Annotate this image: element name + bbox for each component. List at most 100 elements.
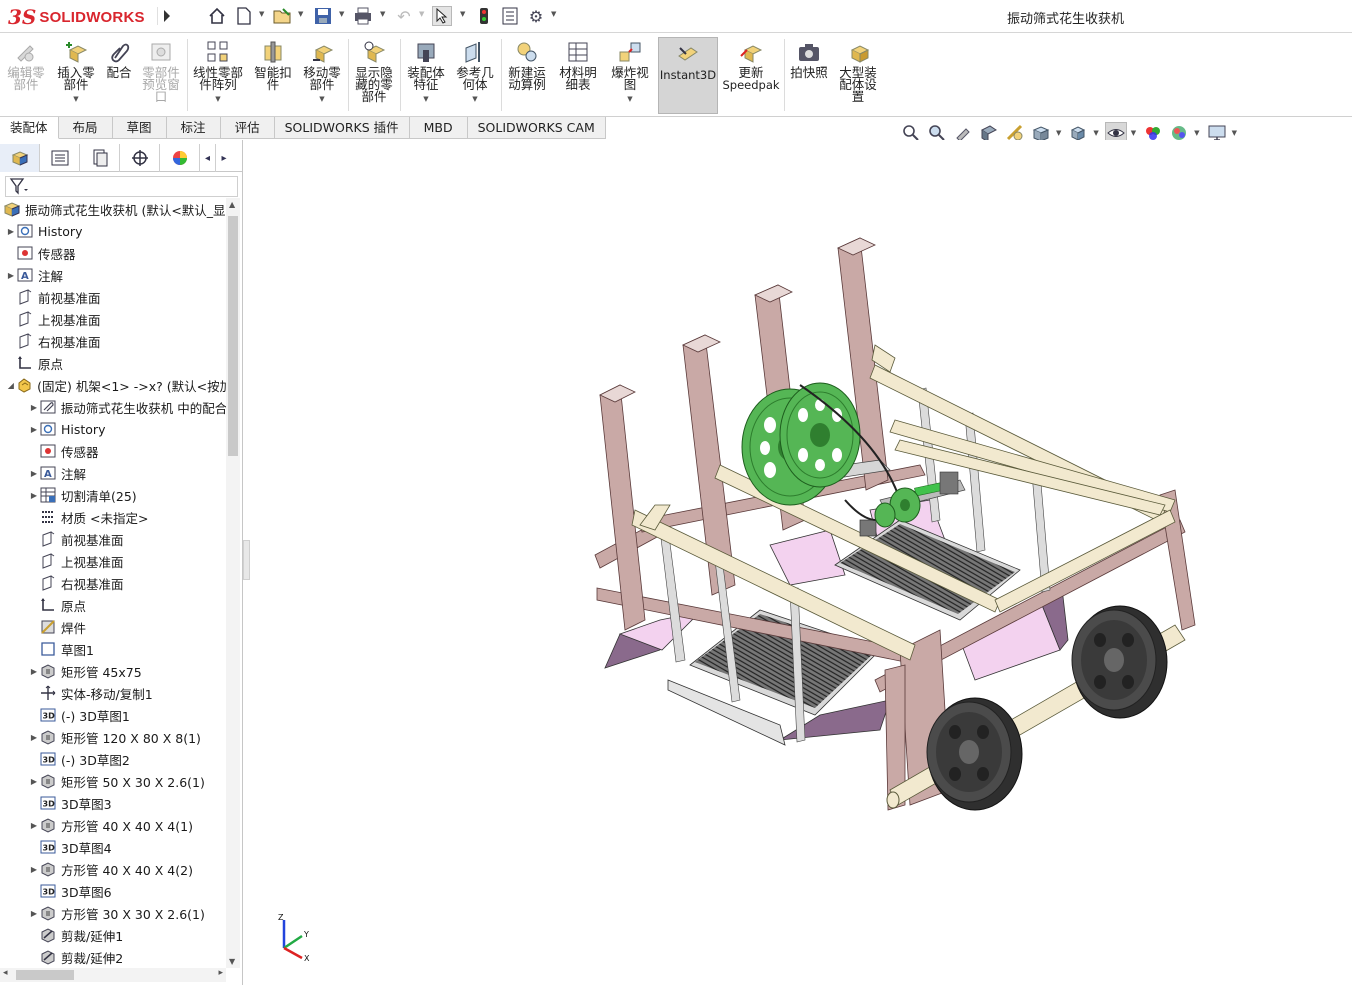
- view-settings-dropdown[interactable]: ▼: [1232, 129, 1237, 137]
- tree-item[interactable]: 右视基准面: [0, 330, 226, 352]
- expand-arrow-icon[interactable]: ▶: [29, 469, 39, 478]
- tree-item[interactable]: ▶ 矩形管 120 X 80 X 8(1): [0, 726, 226, 748]
- tree-item[interactable]: 上视基准面: [0, 308, 226, 330]
- tree-item[interactable]: 3D (-) 3D草图2: [0, 748, 226, 770]
- file-properties-icon[interactable]: [500, 6, 520, 26]
- expand-arrow-icon[interactable]: ▶: [6, 227, 16, 236]
- tree-item[interactable]: 3D 3D草图3: [0, 792, 226, 814]
- component-preview-window-button[interactable]: 零部件 预览窗 口: [138, 36, 184, 115]
- panel-splitter-handle[interactable]: [243, 540, 250, 580]
- tree-vertical-scroll-thumb[interactable]: [228, 216, 238, 456]
- tree-item[interactable]: ▶ History: [0, 220, 226, 242]
- rear-wheel[interactable]: [1071, 605, 1168, 719]
- view-orientation-dropdown[interactable]: ▼: [1056, 129, 1061, 137]
- reference-geometry-dropdown[interactable]: ▼: [472, 93, 477, 105]
- expand-arrow-icon[interactable]: ▶: [29, 491, 39, 500]
- instant3d-button[interactable]: Instant3D: [658, 37, 718, 114]
- tree-item[interactable]: 传感器: [0, 242, 226, 264]
- front-wheel[interactable]: [926, 697, 1023, 811]
- tree-item[interactable]: 焊件: [0, 616, 226, 638]
- tree-item[interactable]: 实体-移动/复制1: [0, 682, 226, 704]
- mate-button[interactable]: 配合: [102, 36, 136, 115]
- tab-markup[interactable]: 标注: [166, 117, 221, 139]
- linear-pattern-dropdown[interactable]: ▼: [215, 93, 220, 105]
- tree-item[interactable]: ▶ History: [0, 418, 226, 440]
- new-document-icon[interactable]: [234, 6, 254, 26]
- exploded-view-dropdown[interactable]: ▼: [627, 93, 632, 105]
- tree-item[interactable]: 材质 <未指定>: [0, 506, 226, 528]
- tab-assembly[interactable]: 装配体: [0, 117, 59, 139]
- tree-item[interactable]: ▶ 矩形管 50 X 30 X 2.6(1): [0, 770, 226, 792]
- move-component-button[interactable]: 移动零 部件 ▼: [299, 36, 345, 115]
- tree-item[interactable]: 原点: [0, 352, 226, 374]
- expand-arrow-icon[interactable]: ▶: [29, 667, 39, 676]
- collapse-arrow-icon[interactable]: ◢: [6, 381, 16, 390]
- solidworks-logo[interactable]: 3S SOLIDWORKS: [8, 4, 145, 30]
- expand-arrow-icon[interactable]: ▶: [29, 865, 39, 874]
- take-snapshot-button[interactable]: 拍快照: [787, 36, 831, 115]
- print-dropdown[interactable]: ▼: [380, 10, 385, 18]
- reference-geometry-button[interactable]: 参考几 何体 ▼: [452, 36, 498, 115]
- configuration-manager-tab-icon[interactable]: [80, 144, 120, 172]
- save-icon[interactable]: [313, 6, 333, 26]
- expand-arrow-icon[interactable]: ▶: [29, 403, 39, 412]
- options-gear-icon[interactable]: ⚙: [526, 6, 546, 26]
- menu-expand-arrow[interactable]: [157, 7, 175, 25]
- tree-item[interactable]: ▶ 矩形管 45x75: [0, 660, 226, 682]
- tree-item[interactable]: 3D (-) 3D草图1: [0, 704, 226, 726]
- linear-component-pattern-button[interactable]: 线性零部 件阵列 ▼: [190, 36, 246, 115]
- fm-tabs-scroll-left[interactable]: ◂: [200, 144, 216, 172]
- tree-item[interactable]: 前视基准面: [0, 286, 226, 308]
- tree-item[interactable]: 上视基准面: [0, 550, 226, 572]
- expand-arrow-icon[interactable]: ▶: [29, 733, 39, 742]
- exploded-view-button[interactable]: 爆炸视 图 ▼: [607, 36, 653, 115]
- undo-icon[interactable]: ↶: [394, 6, 414, 26]
- insert-components-dropdown[interactable]: ▼: [73, 93, 78, 105]
- tree-item[interactable]: 前视基准面: [0, 528, 226, 550]
- hide-show-dropdown[interactable]: ▼: [1131, 129, 1136, 137]
- tree-item[interactable]: 原点: [0, 594, 226, 616]
- smart-fasteners-button[interactable]: 智能扣 件: [250, 36, 296, 115]
- tree-horizontal-scrollbar[interactable]: ◂ ▸: [0, 968, 226, 982]
- print-icon[interactable]: [353, 6, 373, 26]
- tab-solidworks-addins[interactable]: SOLIDWORKS 插件: [274, 117, 410, 139]
- tree-item[interactable]: ▶ 方形管 40 X 40 X 4(2): [0, 858, 226, 880]
- tree-root-assembly[interactable]: 振动筛式花生收获机 (默认<默认_显示: [0, 198, 226, 220]
- expand-arrow-icon[interactable]: ▶: [29, 909, 39, 918]
- expand-arrow-icon[interactable]: ▶: [29, 821, 39, 830]
- new-dropdown[interactable]: ▼: [259, 10, 264, 18]
- select-pointer-icon[interactable]: [432, 6, 452, 26]
- expand-arrow-icon[interactable]: ▶: [29, 777, 39, 786]
- tree-filter-box[interactable]: [5, 176, 238, 197]
- scroll-up-arrow[interactable]: ▲: [229, 200, 235, 209]
- open-folder-icon[interactable]: [273, 6, 293, 26]
- undo-dropdown[interactable]: ▼: [419, 10, 424, 18]
- tree-item[interactable]: 右视基准面: [0, 572, 226, 594]
- options-dropdown[interactable]: ▼: [551, 10, 556, 18]
- tab-layout[interactable]: 布局: [58, 117, 113, 139]
- tree-vertical-scrollbar[interactable]: ▲ ▼: [226, 198, 240, 968]
- tree-item[interactable]: ▶ A 注解: [0, 264, 226, 286]
- tree-item[interactable]: 剪裁/延伸2: [0, 946, 226, 968]
- expand-arrow-icon[interactable]: ▶: [6, 271, 16, 280]
- bill-of-materials-button[interactable]: 材料明 细表: [555, 36, 601, 115]
- display-style-dropdown[interactable]: ▼: [1093, 129, 1098, 137]
- tree-item[interactable]: 3D 3D草图4: [0, 836, 226, 858]
- feature-manager-tree-tab-icon[interactable]: [0, 144, 40, 172]
- tree-item[interactable]: 3D 3D草图6: [0, 880, 226, 902]
- show-hidden-components-button[interactable]: 显示隐 藏的零 部件: [351, 36, 397, 115]
- tree-item[interactable]: ◢ (固定) 机架<1> ->x? (默认<按加: [0, 374, 226, 396]
- dimxpert-manager-tab-icon[interactable]: [120, 144, 160, 172]
- insert-components-button[interactable]: 插入零 部件 ▼: [53, 36, 99, 115]
- scroll-left-arrow[interactable]: ◂: [3, 968, 8, 978]
- tree-item[interactable]: 剪裁/延伸1: [0, 924, 226, 946]
- fm-tabs-scroll-right[interactable]: ▸: [216, 144, 232, 172]
- tree-item[interactable]: 草图1: [0, 638, 226, 660]
- open-dropdown[interactable]: ▼: [298, 10, 303, 18]
- save-dropdown[interactable]: ▼: [339, 10, 344, 18]
- select-dropdown[interactable]: ▼: [460, 10, 465, 18]
- graphics-area[interactable]: [250, 140, 1352, 985]
- display-manager-tab-icon[interactable]: [160, 144, 200, 172]
- tab-sketch[interactable]: 草图: [112, 117, 167, 139]
- property-manager-tab-icon[interactable]: [40, 144, 80, 172]
